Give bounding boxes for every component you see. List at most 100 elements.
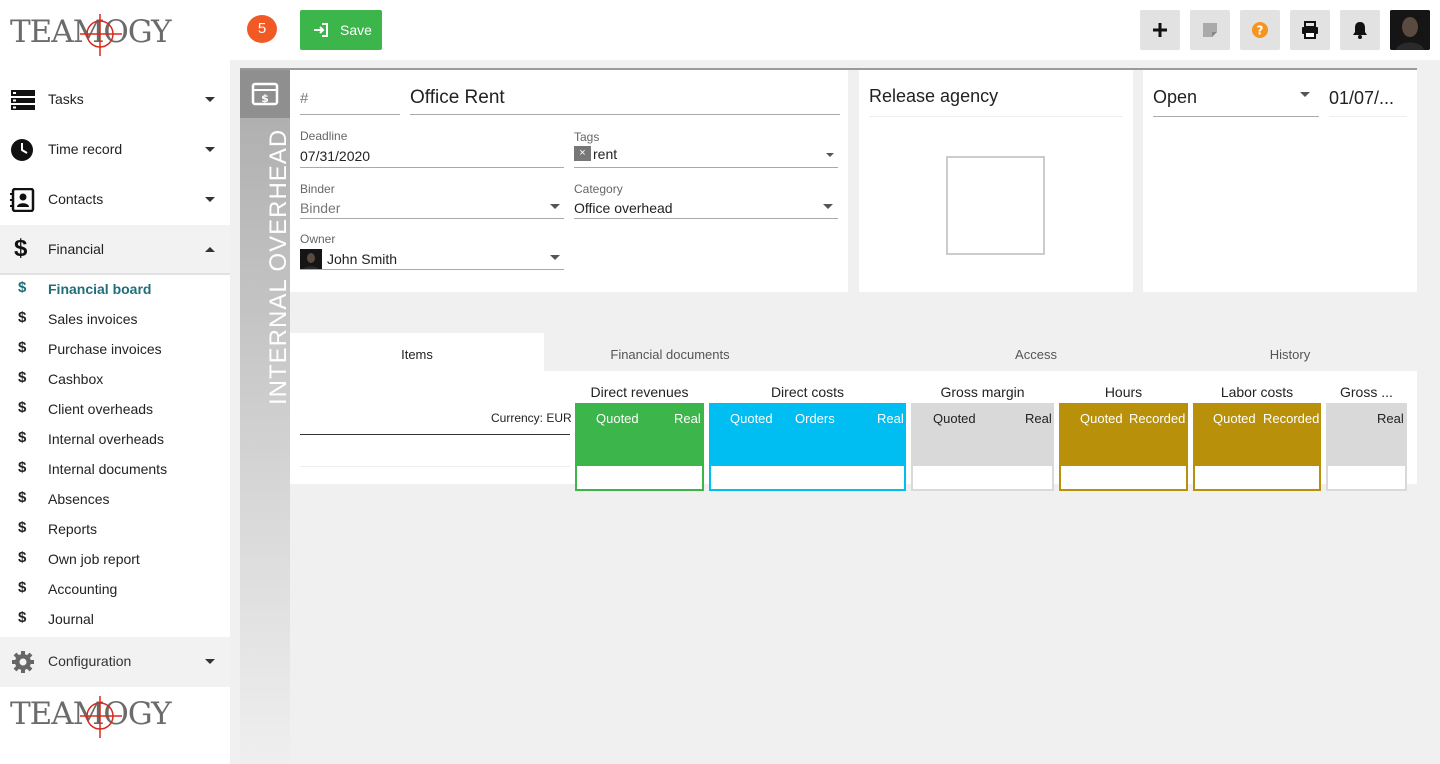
gross-margin-input-cell[interactable] <box>911 466 1054 491</box>
dollar-icon: $ <box>18 609 27 626</box>
sidebar-subitem-label: Sales invoices <box>48 311 138 327</box>
record-type-icon-box: $ <box>240 70 290 118</box>
tag-remove-button[interactable]: × <box>574 146 591 161</box>
sidebar-item-label: Contacts <box>48 191 104 207</box>
sidebar-subitem-absences[interactable]: $ Absences <box>0 483 230 513</box>
save-button[interactable]: Save <box>300 10 382 50</box>
title-field[interactable]: Office Rent <box>410 87 505 109</box>
help-button[interactable]: ? <box>1240 10 1280 50</box>
sidebar-item-label: Time record <box>48 141 123 157</box>
chevron-down-icon <box>205 147 215 152</box>
sidebar-subitem-label: Purchase invoices <box>48 341 162 357</box>
labor-costs-input-cell[interactable] <box>1193 466 1321 491</box>
sidebar-item-tasks[interactable]: Tasks <box>0 75 230 125</box>
print-button[interactable] <box>1290 10 1330 50</box>
contacts-icon <box>10 188 35 212</box>
deadline-field[interactable]: 07/31/2020 <box>300 148 370 164</box>
date-field[interactable]: 01/07/... <box>1329 88 1394 109</box>
sidebar-subitem-reports[interactable]: $ Reports <box>0 513 230 543</box>
subheader-recorded: Recorded <box>1129 411 1186 426</box>
sidebar-item-contacts[interactable]: Contacts <box>0 175 230 225</box>
sidebar-subitem-client-overheads[interactable]: $ Client overheads <box>0 393 230 423</box>
binder-dropdown-icon[interactable] <box>550 204 560 209</box>
sidebar-subitem-own-job-report[interactable]: $ Own job report <box>0 543 230 573</box>
notifications-button[interactable] <box>1340 10 1380 50</box>
sidebar-subitem-cashbox[interactable]: $ Cashbox <box>0 363 230 393</box>
record-type-label: INTERNAL OVERHEAD <box>265 128 292 405</box>
direct-revenues-input-cell[interactable] <box>575 466 704 491</box>
subheader-recorded: Recorded <box>1263 411 1320 426</box>
direct-revenues-total-cell <box>575 434 704 466</box>
question-icon: ? <box>1252 22 1268 38</box>
gross-truncated-input-cell[interactable] <box>1326 466 1407 491</box>
category-select[interactable]: Office overhead <box>574 200 673 216</box>
owner-avatar-photo <box>303 253 319 270</box>
category-underline <box>574 218 838 219</box>
sidebar-subitem-purchase-invoices[interactable]: $ Purchase invoices <box>0 333 230 363</box>
sticky-note-icon <box>1203 23 1217 37</box>
column-gross-margin: Gross margin <box>940 384 1025 400</box>
avatar-photo <box>1390 10 1430 50</box>
owner-select[interactable]: John Smith <box>327 251 397 267</box>
currency-label: Currency: EUR <box>491 411 572 425</box>
sidebar-subitem-label: Financial board <box>48 281 152 297</box>
teamogy-logo[interactable]: TEAMOGY <box>10 8 172 60</box>
notification-count-badge[interactable]: 5 <box>247 15 277 43</box>
hours-input-cell[interactable] <box>1059 466 1188 491</box>
column-gross-truncated: Gross ... <box>1340 384 1393 400</box>
note-button[interactable] <box>1190 10 1230 50</box>
teamogy-logo-footer: TEAMOGY <box>10 690 172 742</box>
sidebar-item-label: Configuration <box>48 653 132 669</box>
agency-title: Release agency <box>869 86 999 106</box>
direct-costs-total-cell <box>709 434 906 466</box>
date-underline <box>1329 116 1407 117</box>
tags-dropdown-icon[interactable] <box>826 153 834 157</box>
sidebar-subitem-label: Absences <box>48 491 110 507</box>
hours-subheader: Quoted Recorded <box>1059 403 1188 434</box>
deadline-underline <box>300 167 564 168</box>
sidebar-subitem-label: Internal documents <box>48 461 168 477</box>
number-field[interactable]: # <box>300 90 308 107</box>
user-avatar[interactable] <box>1390 10 1430 50</box>
chevron-down-icon <box>205 97 215 102</box>
tab-history[interactable]: History <box>1164 333 1416 371</box>
add-button[interactable] <box>1140 10 1180 50</box>
status-select[interactable]: Open <box>1153 87 1197 108</box>
column-hours: Hours <box>1104 384 1143 400</box>
column-labor-costs: Labor costs <box>1220 384 1294 400</box>
owner-underline <box>300 269 564 270</box>
sidebar-item-configuration[interactable]: Configuration <box>0 637 230 687</box>
sidebar-subitem-label: Own job report <box>48 551 140 567</box>
sidebar-subitem-internal-documents[interactable]: $ Internal documents <box>0 453 230 483</box>
sidebar-subitem-sales-invoices[interactable]: $ Sales invoices <box>0 303 230 333</box>
tab-items[interactable]: Items <box>290 333 544 371</box>
sidebar-subitem-journal[interactable]: $ Journal <box>0 603 230 633</box>
hours-total-cell <box>1059 434 1188 466</box>
sidebar-subitem-internal-overheads[interactable]: $ Internal overheads <box>0 423 230 453</box>
direct-costs-input-cell[interactable] <box>709 466 906 491</box>
owner-dropdown-icon[interactable] <box>550 255 560 260</box>
binder-label: Binder <box>300 182 335 196</box>
status-dropdown-icon[interactable] <box>1300 92 1310 97</box>
tab-access[interactable]: Access <box>910 333 1162 371</box>
dollar-icon: $ <box>18 519 27 536</box>
labor-costs-total-cell <box>1193 434 1321 466</box>
chevron-up-icon <box>205 247 215 252</box>
number-underline <box>300 114 400 115</box>
subheader-real: Real <box>1025 411 1052 426</box>
sidebar-subitem-accounting[interactable]: $ Accounting <box>0 573 230 603</box>
tab-financial-documents[interactable]: Financial documents <box>544 333 796 371</box>
sidebar-item-financial[interactable]: $ Financial <box>0 225 230 275</box>
tag-rent: rent <box>593 146 618 162</box>
sidebar-subitem-label: Accounting <box>48 581 118 597</box>
sidebar-subitem-financial-board[interactable]: $ Financial board <box>0 273 230 303</box>
subheader-quoted: Quoted <box>1213 411 1256 426</box>
binder-select[interactable]: Binder <box>300 200 340 216</box>
sidebar-item-label: Financial <box>48 241 105 257</box>
agency-photo-placeholder[interactable] <box>946 156 1045 255</box>
sidebar-subitem-label: Cashbox <box>48 371 104 387</box>
sidebar-item-label: Tasks <box>48 91 84 107</box>
sidebar-item-time-record[interactable]: Time record <box>0 125 230 175</box>
clock-icon <box>11 139 33 161</box>
category-dropdown-icon[interactable] <box>823 204 833 209</box>
